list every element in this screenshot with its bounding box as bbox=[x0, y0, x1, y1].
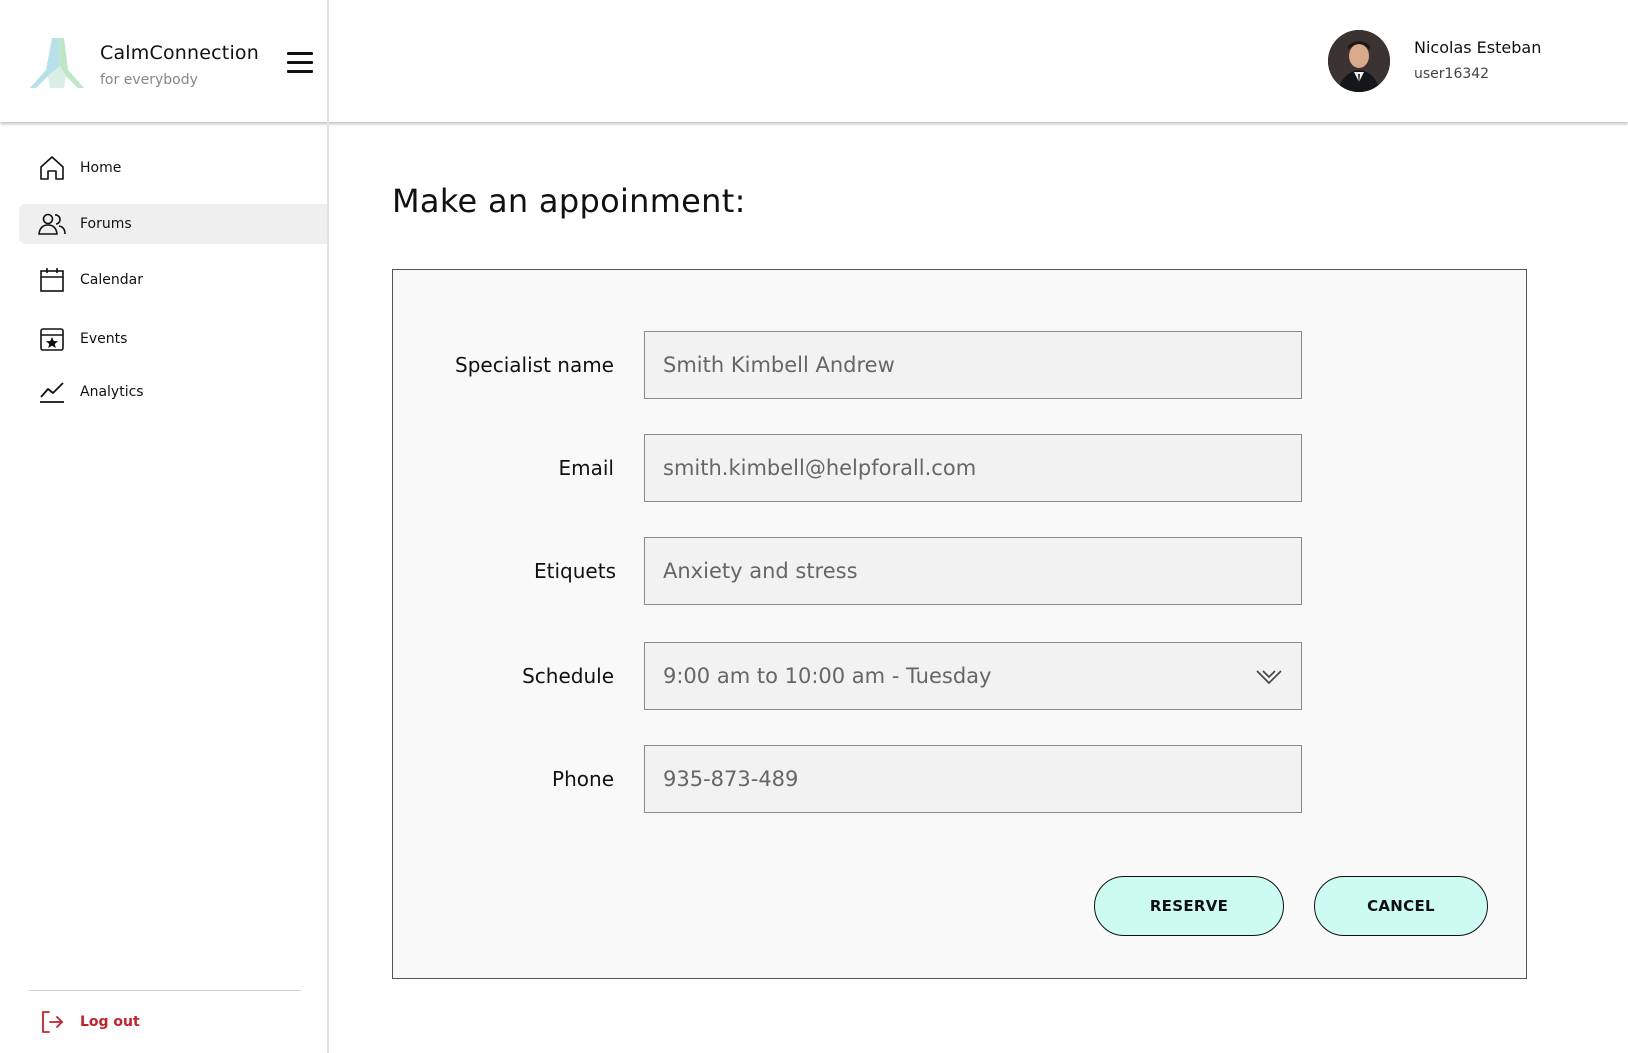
brand[interactable]: CalmConnection for everybody bbox=[28, 36, 259, 90]
calendar-icon bbox=[38, 266, 66, 294]
sidebar-item-calendar[interactable]: Calendar bbox=[19, 260, 328, 300]
reserve-button[interactable]: RESERVE bbox=[1094, 876, 1284, 936]
sidebar-item-label: Forums bbox=[80, 216, 132, 232]
sidebar-item-home[interactable]: Home bbox=[19, 148, 328, 188]
sidebar-item-events[interactable]: Events bbox=[19, 319, 328, 359]
etiquets-field[interactable]: Anxiety and stress bbox=[644, 537, 1302, 605]
calm-connection-logo bbox=[30, 38, 84, 88]
logout-label: Log out bbox=[80, 1014, 140, 1030]
calendar-star-icon bbox=[38, 325, 66, 353]
home-icon bbox=[38, 154, 66, 182]
page-title: Make an appoinment: bbox=[392, 182, 746, 220]
cancel-button[interactable]: CANCEL bbox=[1314, 876, 1488, 936]
avatar[interactable] bbox=[1328, 30, 1390, 92]
email-field[interactable]: smith.kimbell@helpforall.com bbox=[644, 434, 1302, 502]
specialist-label: Specialist name bbox=[455, 353, 614, 377]
user-name: Nicolas Esteban bbox=[1414, 38, 1542, 57]
chevron-down-icon[interactable] bbox=[1255, 665, 1283, 687]
brand-name: CalmConnection bbox=[100, 42, 260, 64]
user-id: user16342 bbox=[1414, 66, 1490, 82]
appointment-form: Specialist name Smith Kimbell Andrew Ema… bbox=[392, 269, 1527, 979]
sidebar-item-forums[interactable]: Forums bbox=[19, 204, 328, 244]
schedule-label: Schedule bbox=[522, 664, 614, 688]
phone-field[interactable]: 935-873-489 bbox=[644, 745, 1302, 813]
top-header: CalmConnection for everybody Nicolas Est… bbox=[0, 0, 1628, 122]
brand-tagline: for everybody bbox=[100, 72, 198, 88]
logout-icon bbox=[38, 1008, 66, 1036]
users-icon bbox=[38, 210, 66, 238]
sidebar-item-label: Analytics bbox=[80, 384, 144, 400]
sidebar-item-analytics[interactable]: Analytics bbox=[19, 372, 328, 412]
sidebar-item-label: Calendar bbox=[80, 272, 143, 288]
sidebar-item-label: Events bbox=[80, 331, 128, 347]
schedule-value: 9:00 am to 10:00 am - Tuesday bbox=[663, 664, 992, 688]
specialist-name-field[interactable]: Smith Kimbell Andrew bbox=[644, 331, 1302, 399]
user-profile[interactable]: Nicolas Esteban user16342 bbox=[1328, 30, 1628, 92]
logout-divider bbox=[29, 990, 301, 991]
email-label: Email bbox=[558, 456, 615, 480]
sidebar-item-label: Home bbox=[80, 160, 122, 176]
sidebar-divider bbox=[327, 0, 329, 1053]
etiquets-label: Etiquets bbox=[534, 559, 616, 583]
schedule-select[interactable]: 9:00 am to 10:00 am - Tuesday bbox=[644, 642, 1302, 710]
sidebar: Home Forums Calendar Events Analytics Lo… bbox=[0, 122, 328, 1053]
logout-button[interactable]: Log out bbox=[19, 1002, 219, 1042]
phone-label: Phone bbox=[552, 767, 614, 791]
line-chart-icon bbox=[38, 378, 66, 406]
hamburger-menu-icon[interactable] bbox=[287, 52, 313, 76]
